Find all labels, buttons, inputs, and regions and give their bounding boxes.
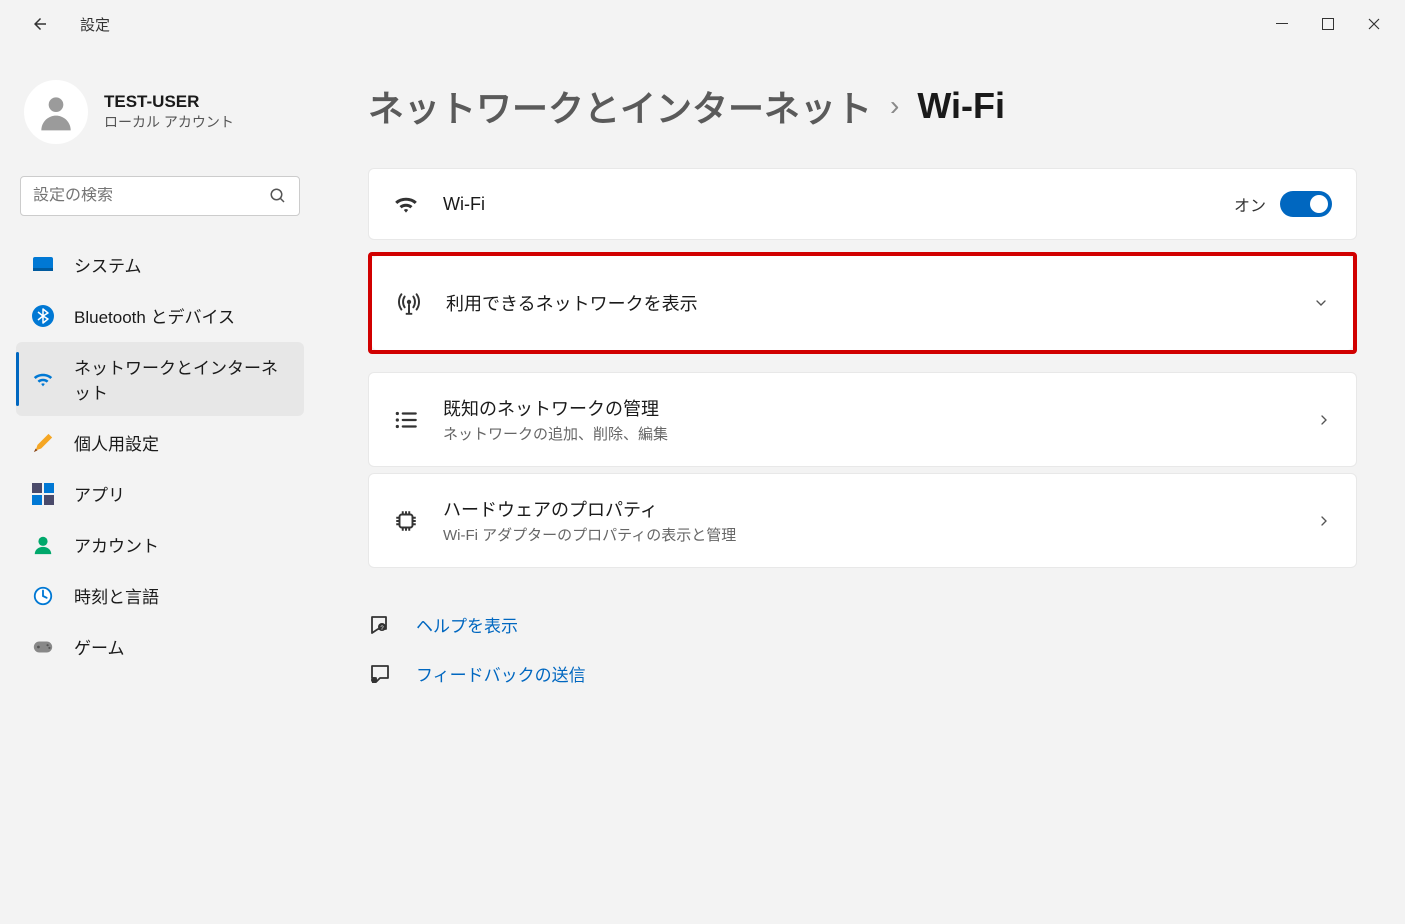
- wifi-label: Wi-Fi: [443, 194, 1210, 215]
- known-networks-title: 既知のネットワークの管理: [443, 395, 1292, 421]
- avatar: [24, 80, 88, 144]
- search-input[interactable]: [33, 187, 269, 205]
- sidebar-item-accounts[interactable]: アカウント: [16, 520, 304, 569]
- sidebar-item-bluetooth[interactable]: Bluetooth とデバイス: [16, 291, 304, 340]
- apps-icon: [32, 483, 54, 505]
- known-networks-card[interactable]: 既知のネットワークの管理 ネットワークの追加、削除、編集: [368, 372, 1357, 467]
- known-networks-sub: ネットワークの追加、削除、編集: [443, 423, 1292, 444]
- help-link[interactable]: ? ヘルプを表示: [368, 612, 1357, 637]
- feedback-icon: [368, 662, 392, 686]
- available-networks-card[interactable]: 利用できるネットワークを表示: [372, 256, 1353, 350]
- sidebar-item-label: システム: [74, 252, 142, 277]
- sidebar-item-gaming[interactable]: ゲーム: [16, 622, 304, 671]
- chevron-right-icon: [1316, 412, 1332, 428]
- back-button[interactable]: [24, 8, 56, 40]
- sidebar: TEST-USER ローカル アカウント システム Bluetooth とデバイ…: [0, 48, 320, 924]
- search-icon: [269, 187, 287, 205]
- sidebar-item-time-language[interactable]: 時刻と言語: [16, 571, 304, 620]
- wifi-icon: [393, 191, 419, 217]
- account-icon: [32, 534, 54, 556]
- close-icon: [1368, 18, 1380, 30]
- sidebar-item-label: Bluetooth とデバイス: [74, 303, 235, 328]
- chevron-down-icon: [1313, 295, 1329, 311]
- sidebar-item-system[interactable]: システム: [16, 240, 304, 289]
- sidebar-item-label: 時刻と言語: [74, 583, 159, 608]
- sidebar-item-label: アカウント: [74, 532, 159, 557]
- back-arrow-icon: [31, 15, 49, 33]
- help-label: ヘルプを表示: [416, 612, 518, 637]
- hardware-properties-card[interactable]: ハードウェアのプロパティ Wi-Fi アダプターのプロパティの表示と管理: [368, 473, 1357, 568]
- feedback-label: フィードバックの送信: [416, 661, 586, 686]
- sidebar-item-personalization[interactable]: 個人用設定: [16, 418, 304, 467]
- maximize-button[interactable]: [1305, 8, 1351, 40]
- hardware-sub: Wi-Fi アダプターのプロパティの表示と管理: [443, 524, 1292, 545]
- feedback-link[interactable]: フィードバックの送信: [368, 661, 1357, 686]
- app-title: 設定: [80, 14, 110, 35]
- breadcrumb-separator: ›: [890, 90, 899, 122]
- content: ネットワークとインターネット › Wi-Fi Wi-Fi オン 利用できるネット…: [320, 48, 1405, 924]
- available-networks-label: 利用できるネットワークを表示: [446, 290, 1289, 316]
- breadcrumb: ネットワークとインターネット › Wi-Fi: [368, 80, 1357, 132]
- bluetooth-icon: [32, 305, 54, 327]
- sidebar-item-label: ゲーム: [74, 634, 125, 659]
- nav-list: システム Bluetooth とデバイス ネットワークとインターネット 個人用設…: [16, 240, 304, 671]
- person-icon: [34, 90, 78, 134]
- maximize-icon: [1322, 18, 1334, 30]
- gamepad-icon: [32, 636, 54, 658]
- wifi-icon: [32, 368, 54, 390]
- antenna-icon: [396, 290, 422, 316]
- wifi-toggle-card: Wi-Fi オン: [368, 168, 1357, 240]
- close-button[interactable]: [1351, 8, 1397, 40]
- chip-icon: [393, 508, 419, 534]
- list-icon: [393, 407, 419, 433]
- system-icon: [32, 254, 54, 276]
- highlighted-box: 利用できるネットワークを表示: [368, 252, 1357, 354]
- sidebar-item-label: 個人用設定: [74, 430, 159, 455]
- minimize-icon: [1276, 18, 1288, 30]
- sidebar-item-network[interactable]: ネットワークとインターネット: [16, 342, 304, 416]
- clock-icon: [32, 585, 54, 607]
- titlebar: 設定: [0, 0, 1405, 48]
- user-section[interactable]: TEST-USER ローカル アカウント: [16, 64, 304, 176]
- search-box[interactable]: [20, 176, 300, 216]
- user-type: ローカル アカウント: [104, 112, 234, 132]
- sidebar-item-label: アプリ: [74, 481, 125, 506]
- toggle-state-label: オン: [1234, 192, 1266, 216]
- breadcrumb-parent[interactable]: ネットワークとインターネット: [368, 80, 872, 132]
- sidebar-item-apps[interactable]: アプリ: [16, 469, 304, 518]
- wifi-toggle[interactable]: [1280, 191, 1332, 217]
- hardware-title: ハードウェアのプロパティ: [443, 496, 1292, 522]
- help-icon: ?: [368, 613, 392, 637]
- user-name: TEST-USER: [104, 92, 234, 112]
- minimize-button[interactable]: [1259, 8, 1305, 40]
- brush-icon: [32, 432, 54, 454]
- sidebar-item-label: ネットワークとインターネット: [74, 354, 288, 404]
- chevron-right-icon: [1316, 513, 1332, 529]
- breadcrumb-current: Wi-Fi: [917, 85, 1005, 127]
